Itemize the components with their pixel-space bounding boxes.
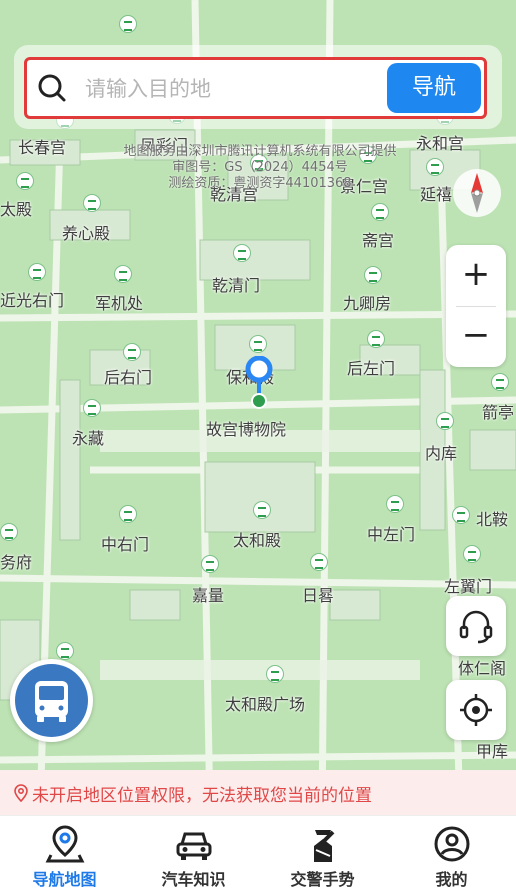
palace-icon	[386, 495, 404, 513]
crosshair-icon	[460, 694, 492, 726]
map-label: 中右门	[101, 535, 150, 554]
palace-icon	[426, 158, 444, 176]
compass-icon[interactable]	[452, 165, 502, 221]
zoom-control: + −	[446, 245, 506, 367]
map-label: 军机处	[95, 294, 144, 313]
map-label: 永藏	[72, 429, 105, 448]
traffic-police-icon	[313, 830, 334, 862]
map-copyright: 地图服务由深圳市腾讯计算机系统有限公司提供 审图号：GS（2024）4454号 …	[100, 144, 420, 192]
map-label: 乾清门	[212, 276, 261, 295]
map-label: 北鞍	[476, 510, 509, 529]
map-label: 中左门	[367, 525, 416, 544]
car-icon	[176, 832, 211, 860]
copyright-line: 审图号：GS（2024）4454号	[172, 160, 348, 175]
palace-icon	[253, 501, 271, 519]
palace-icon	[463, 545, 481, 563]
warning-text: 未开启地区位置权限，无法获取您当前的位置	[32, 786, 372, 806]
map-view[interactable]: 长春宫 凤彩门 永和宫 乾清宫 景仁宫 延禧 太殿 养心殿 斋宫 乾清门 近光右…	[0, 0, 516, 815]
navigate-button[interactable]: 导航	[387, 63, 481, 113]
palace-icon	[367, 330, 385, 348]
palace-icon	[249, 335, 267, 353]
bus-badge	[15, 664, 88, 737]
search-icon	[38, 74, 66, 102]
map-label: 后左门	[347, 359, 396, 378]
map-label: 甲库	[476, 742, 509, 761]
copyright-line: 地图服务由深圳市腾讯计算机系统有限公司提供	[123, 144, 397, 159]
palace-icon	[371, 203, 389, 221]
palace-icon	[119, 505, 137, 523]
palace-icon	[491, 373, 509, 391]
map-label: 务府	[0, 553, 33, 572]
map-label: 内库	[425, 444, 458, 463]
search-input[interactable]	[83, 72, 387, 106]
tab-traffic-gestures[interactable]: 交警手势	[258, 816, 387, 890]
map-label: 后右门	[104, 368, 153, 387]
map-label: 故宫博物院	[206, 420, 287, 439]
palace-icon	[114, 265, 132, 283]
map-label: 九卿房	[343, 294, 392, 313]
map-label: 太殿	[0, 200, 33, 219]
bottom-tab-bar: 导航地图 汽车知识 交警手势 我的	[0, 815, 516, 890]
bus-button[interactable]	[10, 659, 93, 742]
bus-icon	[35, 681, 68, 722]
map-label: 体仁阁	[458, 659, 507, 678]
map-label: 嘉量	[192, 586, 225, 605]
tab-label: 导航地图	[32, 870, 97, 889]
tab-label: 交警手势	[290, 870, 355, 889]
palace-icon	[16, 172, 34, 190]
palace-icon	[28, 263, 46, 281]
location-permission-warning[interactable]: 未开启地区位置权限，无法获取您当前的位置	[0, 770, 516, 815]
map-label: 太和殿广场	[225, 695, 306, 714]
tab-mine[interactable]: 我的	[387, 816, 516, 890]
tab-navigation-map[interactable]: 导航地图	[0, 816, 129, 890]
location-warning-icon	[14, 784, 28, 802]
palace-icon	[56, 642, 74, 660]
map-label: 日晷	[302, 586, 335, 605]
map-label: 近光右门	[0, 291, 65, 310]
location-marker-icon[interactable]	[244, 356, 274, 412]
palace-icon	[436, 412, 454, 430]
tab-label: 我的	[435, 870, 468, 889]
map-label: 斋宫	[362, 231, 395, 250]
palace-icon	[310, 553, 328, 571]
map-pin-icon	[45, 825, 84, 863]
palace-icon	[83, 194, 101, 212]
palace-icon	[123, 343, 141, 361]
map-label: 太和殿	[233, 531, 282, 550]
zoom-in-button[interactable]: +	[446, 245, 506, 306]
zoom-out-button[interactable]: −	[446, 306, 506, 367]
map-label: 延禧	[420, 185, 453, 204]
tab-car-knowledge[interactable]: 汽车知识	[129, 816, 258, 890]
customer-service-button[interactable]	[446, 596, 506, 656]
palace-icon	[364, 266, 382, 284]
palace-icon	[119, 15, 137, 33]
map-label: 左翼门	[444, 577, 493, 596]
map-label: 长春宫	[18, 138, 67, 157]
palace-icon	[0, 523, 18, 541]
copyright-line: 测绘资质：粤测资字44101368	[168, 176, 352, 191]
palace-icon	[233, 244, 251, 262]
palace-icon	[452, 506, 470, 524]
map-label: 养心殿	[62, 224, 111, 243]
tab-label: 汽车知识	[161, 870, 226, 889]
map-label: 永和宫	[416, 134, 465, 153]
user-icon	[434, 826, 469, 862]
map-label: 箭亭	[482, 403, 515, 422]
palace-icon	[201, 555, 219, 573]
search-bar[interactable]: 导航	[24, 57, 487, 119]
locate-button[interactable]	[446, 680, 506, 740]
headset-icon	[459, 610, 493, 644]
palace-icon	[83, 399, 101, 417]
palace-icon	[266, 665, 284, 683]
